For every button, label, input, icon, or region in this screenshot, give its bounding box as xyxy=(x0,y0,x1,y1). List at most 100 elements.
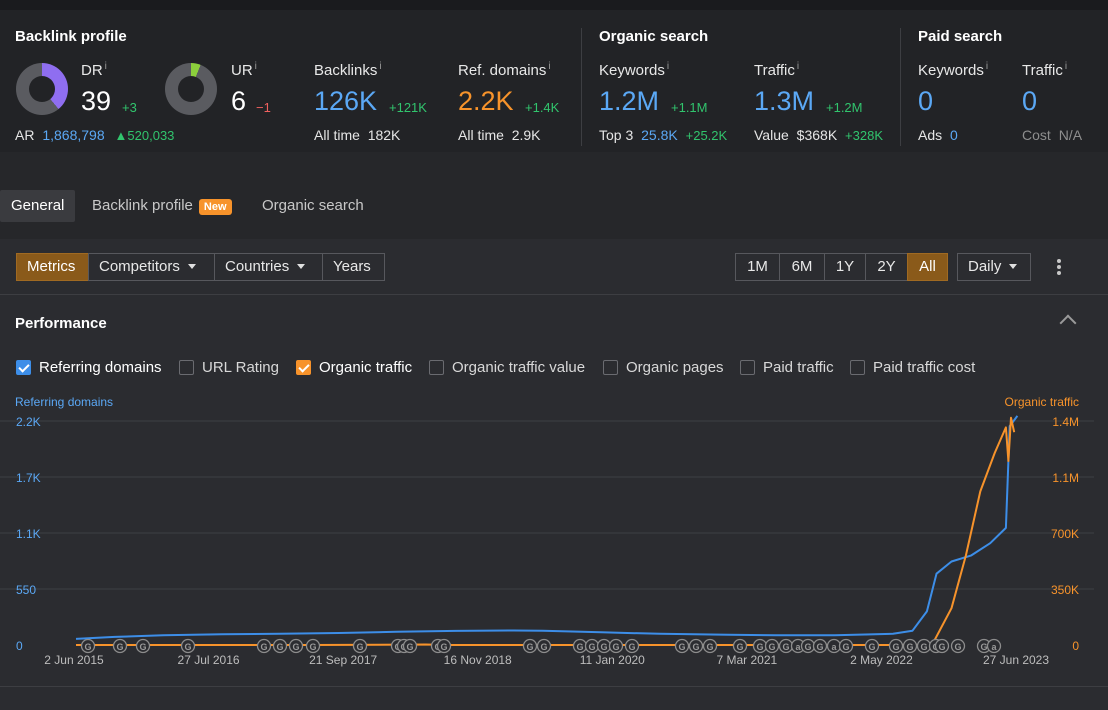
tab-organic-search[interactable]: Organic search xyxy=(251,190,375,222)
paid-traffic-value[interactable]: 0 xyxy=(1022,86,1037,117)
granularity-dropdown[interactable]: Daily xyxy=(957,253,1031,281)
checkbox-organic-traffic[interactable]: Organic traffic xyxy=(296,358,412,376)
countries-dropdown[interactable]: Countries xyxy=(214,253,323,281)
annotation-marker-label: G xyxy=(782,642,789,652)
left-axis-title: Referring domains xyxy=(15,395,114,409)
ur-donut-chart xyxy=(165,63,217,115)
tab-general[interactable]: General xyxy=(0,190,76,222)
annotation-marker-label: G xyxy=(906,642,913,652)
annotation-marker-label: G xyxy=(706,642,713,652)
divider xyxy=(0,686,1108,687)
info-icon[interactable]: i xyxy=(379,61,381,72)
checkbox-paid-traffic[interactable]: Paid traffic xyxy=(740,358,834,376)
caret-down-icon xyxy=(297,263,306,269)
right-tick-label: 1.4M xyxy=(1052,415,1079,429)
checkbox-empty-icon xyxy=(850,359,865,375)
tab-backlink-profile[interactable]: Backlink profile New xyxy=(81,190,243,222)
organic-keywords-value[interactable]: 1.2M xyxy=(599,86,659,117)
annotation-marker-label: G xyxy=(440,642,447,652)
metrics-button[interactable]: Metrics xyxy=(16,253,89,281)
annotation-marker-label: G xyxy=(920,642,927,652)
years-button[interactable]: Years xyxy=(322,253,385,281)
info-icon[interactable]: i xyxy=(1065,61,1067,72)
range-1y-button[interactable]: 1Y xyxy=(824,253,866,281)
info-icon[interactable]: i xyxy=(105,61,107,72)
annotation-marker-label: G xyxy=(804,642,811,652)
organic-traffic-label[interactable]: Traffic i xyxy=(754,61,799,79)
paid-search-title: Paid search xyxy=(918,28,1003,45)
paid-ads-row: Ads 0 xyxy=(918,127,958,143)
annotation-marker-label: G xyxy=(628,642,635,652)
ref-domains-label[interactable]: Ref. domains i xyxy=(458,61,551,79)
checkbox-organic-traffic-value[interactable]: Organic traffic value xyxy=(429,358,585,376)
annotation-marker-label: G xyxy=(260,642,267,652)
annotation-marker-label: G xyxy=(612,642,619,652)
paid-traffic-label[interactable]: Traffic i xyxy=(1022,61,1067,79)
range-6m-button[interactable]: 6M xyxy=(779,253,825,281)
series-line-organic-traffic xyxy=(76,416,1016,646)
checkbox-url-rating[interactable]: URL Rating xyxy=(179,358,279,376)
annotation-marker-label: G xyxy=(756,642,763,652)
organic-keywords-label[interactable]: Keywords i xyxy=(599,61,669,79)
range-2y-button[interactable]: 2Y xyxy=(865,253,908,281)
info-icon[interactable]: i xyxy=(667,61,669,72)
info-icon[interactable]: i xyxy=(797,61,799,72)
performance-chart[interactable]: 0 0 550 350K 1.1K 700K 1.7K 1.1M 2.2K 1.4M 2 Jun 2… xyxy=(0,409,1108,679)
right-axis-title: Organic traffic xyxy=(1004,395,1079,409)
checkbox-paid-traffic-cost[interactable]: Paid traffic cost xyxy=(850,358,975,376)
x-tick-label: 2 May 2022 xyxy=(850,653,913,667)
info-icon[interactable]: i xyxy=(986,61,988,72)
caret-down-icon xyxy=(187,263,196,269)
paid-keywords-value[interactable]: 0 xyxy=(918,86,933,117)
left-tick-label: 1.7K xyxy=(16,471,41,485)
annotation-marker-label: G xyxy=(540,642,547,652)
chevron-up-icon[interactable] xyxy=(1059,314,1077,332)
right-tick-label: 350K xyxy=(1051,583,1079,597)
ar-row: AR 1,868,798 ▲520,033 xyxy=(15,127,175,143)
organic-traffic-value-row: Value $368K +328K xyxy=(754,127,883,143)
ar-value[interactable]: 1,868,798 xyxy=(42,127,104,143)
range-all-button[interactable]: All xyxy=(907,253,948,281)
dr-value[interactable]: 39 xyxy=(81,86,111,117)
more-options-icon[interactable] xyxy=(1052,257,1066,279)
annotation-marker-label: G xyxy=(139,642,146,652)
main-panel: Metrics Competitors Countries Years 1M 6… xyxy=(0,239,1108,710)
annotation-marker-label: G xyxy=(184,642,191,652)
dr-label[interactable]: DR i xyxy=(81,61,107,79)
organic-search-title: Organic search xyxy=(599,28,709,45)
backlinks-delta: +121K xyxy=(389,100,427,115)
annotation-marker-label: G xyxy=(356,642,363,652)
annotation-marker-label: G xyxy=(954,642,961,652)
dr-donut-chart xyxy=(16,63,68,115)
info-icon[interactable]: i xyxy=(255,61,257,72)
paid-keywords-label[interactable]: Keywords i xyxy=(918,61,988,79)
ur-label[interactable]: UR i xyxy=(231,61,257,79)
annotation-marker-label: G xyxy=(276,642,283,652)
annotation-marker-label: G xyxy=(600,642,607,652)
annotation-marker-label: G xyxy=(842,642,849,652)
annotation-marker-label: G xyxy=(816,642,823,652)
annotation-marker-label: G xyxy=(868,642,875,652)
series-line-referring-domains xyxy=(75,415,1019,640)
right-tick-label: 1.1M xyxy=(1052,471,1079,485)
ur-value[interactable]: 6 xyxy=(231,86,246,117)
annotation-marker-label: G xyxy=(526,642,533,652)
ref-domains-alltime: All time 2.9K xyxy=(458,127,541,143)
backlinks-value[interactable]: 126K xyxy=(314,86,377,117)
range-1m-button[interactable]: 1M xyxy=(735,253,780,281)
competitors-dropdown[interactable]: Competitors xyxy=(88,253,215,281)
organic-traffic-value[interactable]: 1.3M xyxy=(754,86,814,117)
annotation-marker-label: G xyxy=(938,642,945,652)
checkbox-organic-pages[interactable]: Organic pages xyxy=(603,358,724,376)
annotation-marker-label: G xyxy=(309,642,316,652)
annotation-marker-label: G xyxy=(406,642,413,652)
performance-title: Performance xyxy=(15,315,107,332)
annotation-marker-label: G xyxy=(292,642,299,652)
info-icon[interactable]: i xyxy=(548,61,550,72)
ur-delta: −1 xyxy=(256,100,271,115)
ref-domains-value[interactable]: 2.2K xyxy=(458,86,514,117)
divider xyxy=(0,294,1108,295)
checkbox-referring-domains[interactable]: Referring domains xyxy=(16,358,162,376)
divider xyxy=(900,28,901,146)
backlinks-label[interactable]: Backlinks i xyxy=(314,61,382,79)
